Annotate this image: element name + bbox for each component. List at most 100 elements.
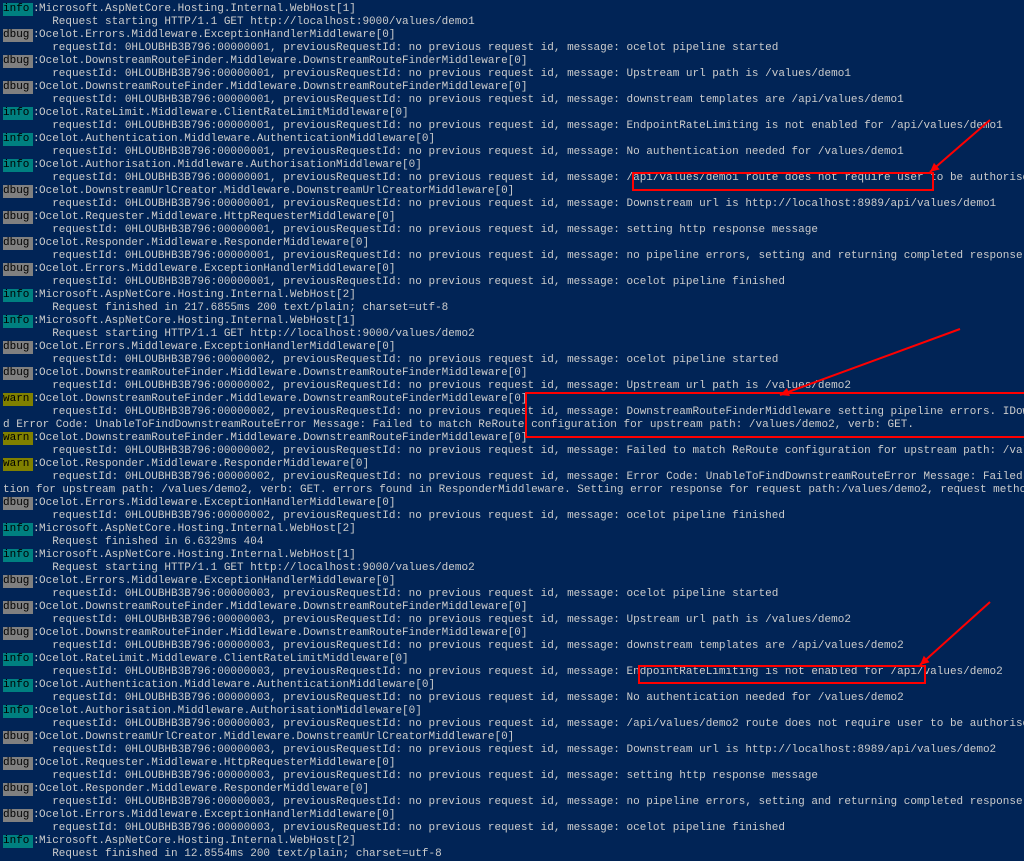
log-line: requestId: 0HLOUBHB3B796:00000003, previ… (3, 796, 1024, 809)
log-level-badge: dbug (3, 237, 33, 250)
log-message: Ocelot.Errors.Middleware.ExceptionHandle… (39, 575, 1024, 588)
log-message: requestId: 0HLOUBHB3B796:00000002, previ… (39, 380, 1024, 393)
log-message: Ocelot.Errors.Middleware.ExceptionHandle… (39, 497, 1024, 510)
log-line: requestId: 0HLOUBHB3B796:00000001, previ… (3, 224, 1024, 237)
log-message: Microsoft.AspNetCore.Hosting.Internal.We… (39, 523, 1024, 536)
log-message: Ocelot.DownstreamUrlCreator.Middleware.D… (39, 185, 1024, 198)
log-message: requestId: 0HLOUBHB3B796:00000002, previ… (39, 510, 1024, 523)
log-line: dbug:Ocelot.Responder.Middleware.Respond… (3, 237, 1024, 250)
log-line: info:Microsoft.AspNetCore.Hosting.Intern… (3, 523, 1024, 536)
log-line: dbug:Ocelot.DownstreamRouteFinder.Middle… (3, 627, 1024, 640)
log-message: Request finished in 12.8554ms 200 text/p… (39, 848, 1024, 861)
log-message: Ocelot.DownstreamUrlCreator.Middleware.D… (39, 731, 1024, 744)
log-line: dbug:Ocelot.Errors.Middleware.ExceptionH… (3, 809, 1024, 822)
log-message: Ocelot.Requester.Middleware.HttpRequeste… (39, 757, 1024, 770)
log-message: requestId: 0HLOUBHB3B796:00000003, previ… (39, 770, 1024, 783)
log-message: Ocelot.DownstreamRouteFinder.Middleware.… (39, 55, 1024, 68)
log-level-badge (3, 68, 33, 81)
log-level-badge (3, 770, 33, 783)
log-line: requestId: 0HLOUBHB3B796:00000003, previ… (3, 666, 1024, 679)
log-level-badge: info (3, 835, 33, 848)
log-message: Ocelot.Errors.Middleware.ExceptionHandle… (39, 29, 1024, 42)
log-level-badge: warn (3, 393, 33, 406)
log-line: requestId: 0HLOUBHB3B796:00000001, previ… (3, 120, 1024, 133)
log-level-badge: dbug (3, 29, 33, 42)
log-line: requestId: 0HLOUBHB3B796:00000002, previ… (3, 445, 1024, 458)
log-line: requestId: 0HLOUBHB3B796:00000003, previ… (3, 588, 1024, 601)
log-message: Ocelot.Authorisation.Middleware.Authoris… (39, 705, 1024, 718)
log-message: Ocelot.Errors.Middleware.ExceptionHandle… (39, 809, 1024, 822)
log-message: Ocelot.DownstreamRouteFinder.Middleware.… (39, 367, 1024, 380)
log-message: Microsoft.AspNetCore.Hosting.Internal.We… (39, 315, 1024, 328)
log-line: info:Ocelot.Authentication.Middleware.Au… (3, 679, 1024, 692)
log-level-badge: warn (3, 432, 33, 445)
log-level-badge: dbug (3, 575, 33, 588)
log-line: info:Ocelot.Authorisation.Middleware.Aut… (3, 159, 1024, 172)
log-line: Request finished in 12.8554ms 200 text/p… (3, 848, 1024, 861)
log-level-badge (3, 471, 33, 484)
log-line: info:Ocelot.Authorisation.Middleware.Aut… (3, 705, 1024, 718)
log-message: Ocelot.Authentication.Middleware.Authent… (39, 133, 1024, 146)
log-message: requestId: 0HLOUBHB3B796:00000003, previ… (39, 588, 1024, 601)
log-message: Microsoft.AspNetCore.Hosting.Internal.We… (39, 289, 1024, 302)
log-level-badge (3, 445, 33, 458)
log-message: Request starting HTTP/1.1 GET http://loc… (39, 562, 1024, 575)
log-level-badge: info (3, 107, 33, 120)
log-level-badge: info (3, 549, 33, 562)
log-line: requestId: 0HLOUBHB3B796:00000003, previ… (3, 614, 1024, 627)
log-level-badge: dbug (3, 185, 33, 198)
log-message: requestId: 0HLOUBHB3B796:00000003, previ… (39, 796, 1024, 809)
log-line: Request starting HTTP/1.1 GET http://loc… (3, 328, 1024, 341)
log-message: requestId: 0HLOUBHB3B796:00000002, previ… (39, 471, 1024, 484)
log-message: Ocelot.Responder.Middleware.ResponderMid… (39, 783, 1024, 796)
log-line: info:Microsoft.AspNetCore.Hosting.Intern… (3, 835, 1024, 848)
log-level-badge: dbug (3, 211, 33, 224)
log-level-badge (3, 406, 33, 419)
log-message: requestId: 0HLOUBHB3B796:00000003, previ… (39, 614, 1024, 627)
log-level-badge (3, 172, 33, 185)
log-message: requestId: 0HLOUBHB3B796:00000001, previ… (39, 94, 1024, 107)
log-level-badge: dbug (3, 497, 33, 510)
log-line: info:Ocelot.RateLimit.Middleware.ClientR… (3, 107, 1024, 120)
log-message: requestId: 0HLOUBHB3B796:00000001, previ… (39, 42, 1024, 55)
log-line: dbug:Ocelot.DownstreamUrlCreator.Middlew… (3, 731, 1024, 744)
log-message: requestId: 0HLOUBHB3B796:00000001, previ… (39, 276, 1024, 289)
log-line: requestId: 0HLOUBHB3B796:00000003, previ… (3, 692, 1024, 705)
log-level-badge (3, 302, 33, 315)
log-message: requestId: 0HLOUBHB3B796:00000002, previ… (39, 406, 1024, 419)
log-level-badge (3, 224, 33, 237)
log-message: d Error Code: UnableToFindDownstreamRout… (3, 419, 1024, 432)
log-message: Ocelot.Errors.Middleware.ExceptionHandle… (39, 341, 1024, 354)
log-line: requestId: 0HLOUBHB3B796:00000003, previ… (3, 822, 1024, 835)
log-level-badge: info (3, 133, 33, 146)
log-level-badge: dbug (3, 55, 33, 68)
log-message: requestId: 0HLOUBHB3B796:00000001, previ… (39, 172, 1024, 185)
log-line: dbug:Ocelot.Errors.Middleware.ExceptionH… (3, 575, 1024, 588)
log-line: requestId: 0HLOUBHB3B796:00000001, previ… (3, 94, 1024, 107)
log-level-badge (3, 848, 33, 861)
log-message: Microsoft.AspNetCore.Hosting.Internal.We… (39, 549, 1024, 562)
log-level-badge (3, 666, 33, 679)
log-level-badge: dbug (3, 367, 33, 380)
log-line: requestId: 0HLOUBHB3B796:00000001, previ… (3, 68, 1024, 81)
log-line: info:Microsoft.AspNetCore.Hosting.Intern… (3, 289, 1024, 302)
log-message: Ocelot.RateLimit.Middleware.ClientRateLi… (39, 107, 1024, 120)
log-level-badge (3, 42, 33, 55)
log-level-badge (3, 198, 33, 211)
log-message: requestId: 0HLOUBHB3B796:00000001, previ… (39, 120, 1024, 133)
log-level-badge (3, 796, 33, 809)
log-message: requestId: 0HLOUBHB3B796:00000001, previ… (39, 198, 1024, 211)
log-message: Ocelot.DownstreamRouteFinder.Middleware.… (39, 393, 1024, 406)
log-line: warn:Ocelot.DownstreamRouteFinder.Middle… (3, 393, 1024, 406)
log-message: tion for upstream path: /values/demo2, v… (3, 484, 1024, 497)
log-message: Request starting HTTP/1.1 GET http://loc… (39, 328, 1024, 341)
log-level-badge (3, 718, 33, 731)
log-line: requestId: 0HLOUBHB3B796:00000003, previ… (3, 640, 1024, 653)
log-line: info:Microsoft.AspNetCore.Hosting.Intern… (3, 549, 1024, 562)
log-message: requestId: 0HLOUBHB3B796:00000003, previ… (39, 666, 1024, 679)
log-level-badge (3, 510, 33, 523)
log-level-badge (3, 614, 33, 627)
log-level-badge: dbug (3, 601, 33, 614)
log-level-badge: info (3, 653, 33, 666)
log-line: requestId: 0HLOUBHB3B796:00000001, previ… (3, 250, 1024, 263)
